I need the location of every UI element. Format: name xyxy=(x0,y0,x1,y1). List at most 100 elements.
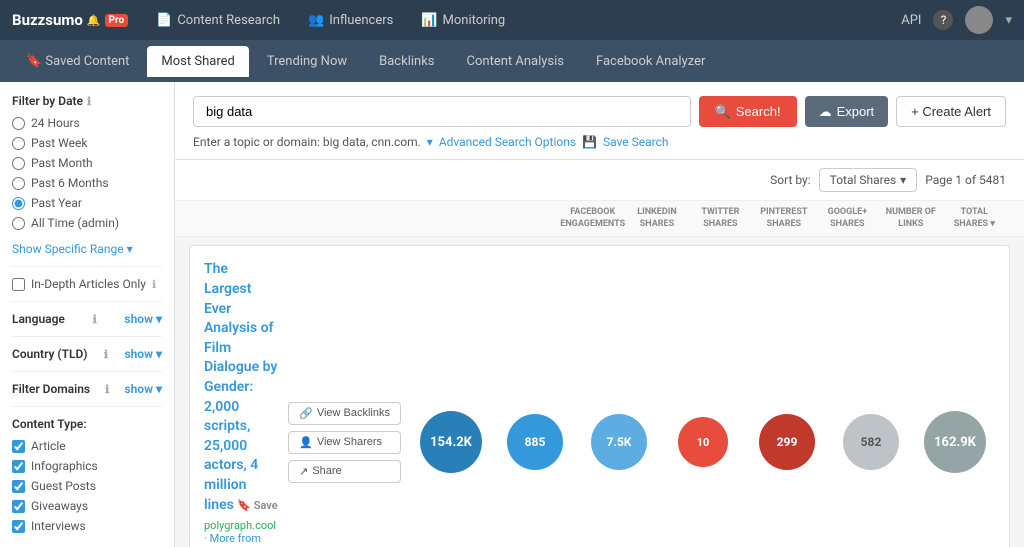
radio-24h[interactable]: 24 Hours xyxy=(12,116,162,130)
language-chevron-icon: ▾ xyxy=(156,312,162,326)
view-sharers-btn-1[interactable]: 👤 View Sharers xyxy=(288,431,401,454)
checkbox-guest-posts[interactable]: Guest Posts xyxy=(12,479,162,493)
metric-twitter-1: 7.5K xyxy=(579,414,659,470)
result-metrics-1: 154.2K 885 7.5K 10 299 582 162.9 xyxy=(411,260,995,547)
backlinks-icon: 🔗 xyxy=(299,407,313,420)
search-row: 🔍 Search! ☁ Export + Create Alert xyxy=(193,96,1006,127)
sort-by-label: Sort by: xyxy=(770,173,811,187)
tab-content-analysis[interactable]: Content Analysis xyxy=(453,46,578,77)
sort-chevron-icon: ▾ xyxy=(900,173,906,187)
content-type-label: Content Type: xyxy=(12,417,162,431)
in-depth-articles-checkbox[interactable]: In-Depth Articles Only ℹ xyxy=(12,277,162,291)
filter-domains-chevron-icon: ▾ xyxy=(156,382,162,396)
search-icon: 🔍 xyxy=(715,104,731,120)
tab-backlinks[interactable]: Backlinks xyxy=(365,46,448,77)
sub-navigation: 🔖 Saved Content Most Shared Trending Now… xyxy=(0,40,1024,82)
radio-past-month[interactable]: Past Month xyxy=(12,156,162,170)
dropdown-icon: ▾ xyxy=(427,135,433,149)
circle-links-1: 582 xyxy=(843,414,899,470)
country-chevron-icon: ▾ xyxy=(156,347,162,361)
save-search-icon: 💾 xyxy=(582,135,597,149)
metric-fb-1: 154.2K xyxy=(411,411,491,473)
column-headers: FACEBOOKENGAGEMENTS LINKEDINSHARES TWITT… xyxy=(175,201,1024,237)
share-btn-1[interactable]: ↗ Share xyxy=(288,460,401,483)
export-icon: ☁ xyxy=(819,104,832,120)
circle-twitter-1: 7.5K xyxy=(591,414,647,470)
avatar[interactable] xyxy=(965,6,993,34)
search-hint: Enter a topic or domain: big data, cnn.c… xyxy=(193,135,1006,149)
nav-content-research[interactable]: 📄 Content Research xyxy=(144,7,292,34)
header-twitter-shares: TWITTERSHARES xyxy=(689,207,752,230)
radio-past-year[interactable]: Past Year xyxy=(12,196,162,210)
metric-pinterest-1: 10 xyxy=(663,417,743,467)
result-actions-1: 🔗 View Backlinks 👤 View Sharers ↗ Share xyxy=(288,260,401,547)
save-search-link[interactable]: Save Search xyxy=(603,135,669,149)
result-main-1: The Largest Ever Analysis of Film Dialog… xyxy=(204,260,278,547)
content-research-icon: 📄 xyxy=(156,13,172,28)
info-icon: ℹ xyxy=(87,95,91,108)
country-info-icon: ℹ xyxy=(104,348,108,361)
tab-trending-now[interactable]: Trending Now xyxy=(253,46,361,77)
result-meta-1: polygraph.cool · More from this domain xyxy=(204,519,278,547)
chevron-down-icon: ▾ xyxy=(127,242,133,256)
metric-total-1: 162.9K xyxy=(915,411,995,473)
influencers-icon: 👥 xyxy=(308,13,324,28)
filter-by-date-label: Filter by Date ℹ xyxy=(12,94,162,108)
save-link-1[interactable]: 🔖 Save xyxy=(237,499,277,512)
header-num-links: NUMBER OFLINKS xyxy=(879,207,942,230)
share-icon: ↗ xyxy=(299,465,308,478)
header-total-shares: TOTAL SHARES ▾ xyxy=(943,207,1006,230)
advanced-search-link[interactable]: Advanced Search Options xyxy=(439,135,576,149)
help-icon[interactable]: ? xyxy=(933,10,953,30)
tab-most-shared[interactable]: Most Shared xyxy=(147,46,248,77)
metric-linkedin-1: 885 xyxy=(495,414,575,470)
view-backlinks-btn-1[interactable]: 🔗 View Backlinks xyxy=(288,402,401,425)
language-show-link[interactable]: show ▾ xyxy=(124,312,162,326)
search-bar-area: 🔍 Search! ☁ Export + Create Alert Enter … xyxy=(175,82,1024,160)
search-button[interactable]: 🔍 Search! xyxy=(699,96,797,127)
country-show-link[interactable]: show ▾ xyxy=(124,347,162,361)
logo[interactable]: Buzzsumo 🔔 Pro xyxy=(12,11,128,29)
circle-total-1: 162.9K xyxy=(924,411,986,473)
search-input[interactable] xyxy=(193,96,691,127)
content-area: 🔍 Search! ☁ Export + Create Alert Enter … xyxy=(175,82,1024,547)
main-layout: Filter by Date ℹ 24 Hours Past Week Past… xyxy=(0,82,1024,547)
sort-row: Sort by: Total Shares ▾ Page 1 of 5481 xyxy=(175,160,1024,201)
date-filter-group: 24 Hours Past Week Past Month Past 6 Mon… xyxy=(12,116,162,230)
account-chevron-icon[interactable]: ▾ xyxy=(1005,13,1012,28)
filter-domains: Filter Domains ℹ show ▾ xyxy=(12,382,162,396)
sidebar: Filter by Date ℹ 24 Hours Past Week Past… xyxy=(0,82,175,547)
header-pinterest-shares: PINTERESTSHARES xyxy=(752,207,815,230)
radio-past-6months[interactable]: Past 6 Months xyxy=(12,176,162,190)
header-linkedin-shares: LINKEDINSHARES xyxy=(625,207,688,230)
checkbox-giveaways[interactable]: Giveaways xyxy=(12,499,162,513)
create-alert-button[interactable]: + Create Alert xyxy=(896,96,1006,127)
monitoring-icon: 📊 xyxy=(421,13,437,28)
sharers-icon: 👤 xyxy=(299,436,313,449)
sort-dropdown[interactable]: Total Shares ▾ xyxy=(819,168,918,192)
radio-past-week[interactable]: Past Week xyxy=(12,136,162,150)
tab-facebook-analyzer[interactable]: Facebook Analyzer xyxy=(582,46,719,77)
show-specific-range[interactable]: Show Specific Range ▾ xyxy=(12,242,162,256)
filter-domains-info-icon: ℹ xyxy=(105,383,109,396)
more-from-domain-1[interactable]: More from this domain xyxy=(204,532,262,547)
tab-saved-content[interactable]: 🔖 Saved Content xyxy=(12,46,143,77)
result-item: The Largest Ever Analysis of Film Dialog… xyxy=(189,245,1010,547)
metric-google-1: 299 xyxy=(747,414,827,470)
top-nav-links: 📄 Content Research 👥 Influencers 📊 Monit… xyxy=(144,7,885,34)
radio-all-time[interactable]: All Time (admin) xyxy=(12,216,162,230)
top-nav-right: API ? ▾ xyxy=(901,6,1012,34)
nav-monitoring[interactable]: 📊 Monitoring xyxy=(409,7,517,34)
circle-google-1: 299 xyxy=(759,414,815,470)
api-link[interactable]: API xyxy=(901,13,921,28)
result-title-1[interactable]: The Largest Ever Analysis of Film Dialog… xyxy=(204,260,278,515)
bookmark-icon: 🔖 xyxy=(26,54,42,69)
nav-influencers[interactable]: 👥 Influencers xyxy=(296,7,405,34)
export-button[interactable]: ☁ Export xyxy=(805,96,889,127)
filter-domains-show-link[interactable]: show ▾ xyxy=(124,382,162,396)
circle-pinterest-1: 10 xyxy=(678,417,728,467)
checkbox-article[interactable]: Article xyxy=(12,439,162,453)
result-domain-1[interactable]: polygraph.cool xyxy=(204,519,276,532)
checkbox-interviews[interactable]: Interviews xyxy=(12,519,162,533)
checkbox-infographics[interactable]: Infographics xyxy=(12,459,162,473)
